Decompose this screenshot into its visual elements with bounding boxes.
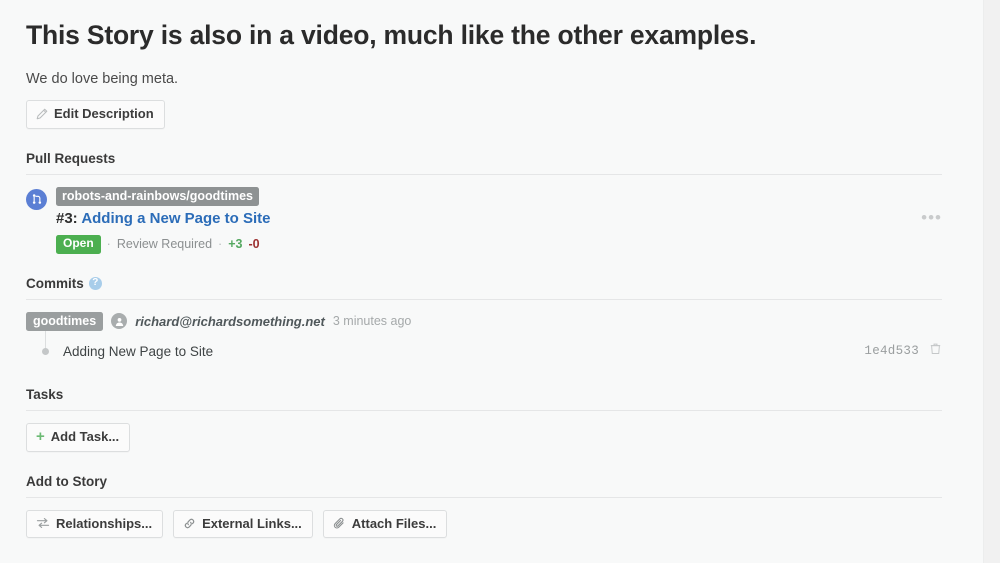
story-detail-page: This Story is also in a video, much like… — [0, 0, 1000, 563]
external-links-button[interactable]: External Links... — [173, 509, 313, 539]
commits-heading: Commits ? — [26, 276, 942, 299]
edit-description-button[interactable]: Edit Description — [26, 100, 165, 129]
tasks-heading-label: Tasks — [26, 387, 64, 402]
commit-bullet-icon — [42, 347, 49, 355]
commit-author-email: richard@richardsomething.net — [135, 313, 325, 329]
pull-request-icon — [26, 188, 47, 210]
tasks-heading: Tasks — [26, 387, 942, 410]
link-icon — [183, 517, 196, 530]
commits-section: Commits ? goodtimes richard@richardsomet… — [26, 276, 942, 365]
tasks-body: + Add Task... — [26, 411, 942, 452]
pull-requests-heading: Pull Requests — [26, 151, 942, 174]
add-to-story-body: Relationships... External Links... Attac… — [26, 498, 942, 539]
commit-list: Adding New Page to Site 1e4d533 — [26, 331, 942, 365]
commits-body: goodtimes richard@richardsomething.net 3… — [26, 300, 942, 365]
pull-request-title-line: #3: Adding a New Page to Site — [56, 209, 902, 229]
commit-sha: 1e4d533 — [864, 344, 919, 358]
scrollbar-gutter[interactable] — [983, 0, 1000, 563]
pull-requests-heading-label: Pull Requests — [26, 150, 116, 166]
paperclip-icon — [333, 517, 346, 530]
commit-group: goodtimes richard@richardsomething.net 3… — [26, 311, 942, 365]
additions-count: +3 — [228, 237, 243, 252]
story-description: We do love being meta. — [26, 70, 179, 87]
pull-request-more-options-icon[interactable]: ••• — [921, 209, 942, 226]
commit-timestamp: 3 minutes ago — [332, 314, 412, 329]
add-to-story-heading-label: Add to Story — [26, 473, 107, 489]
attach-files-label: Attach Files... — [351, 515, 437, 531]
pull-requests-body: robots-and-rainbows/goodtimes #3: Adding… — [26, 175, 942, 254]
add-to-story-heading: Add to Story — [26, 474, 942, 497]
repo-badge[interactable]: robots-and-rainbows/goodtimes — [56, 186, 259, 207]
trash-icon[interactable] — [929, 342, 942, 360]
pull-request-link[interactable]: Adding a New Page to Site — [81, 210, 270, 227]
pull-requests-section: Pull Requests robots-and-rainbows/goodti… — [26, 151, 942, 254]
attach-files-button[interactable]: Attach Files... — [322, 509, 448, 539]
external-links-label: External Links... — [202, 515, 302, 531]
relationships-button[interactable]: Relationships... — [26, 509, 164, 539]
meta-separator-1: · — [106, 237, 111, 252]
pull-request-row[interactable]: robots-and-rainbows/goodtimes #3: Adding… — [26, 186, 942, 254]
status-badge: Open — [56, 234, 101, 254]
review-state-label: Review Required — [116, 237, 213, 252]
avatar — [111, 313, 128, 330]
add-to-story-section: Add to Story Relationships... External L… — [26, 474, 942, 539]
relationships-label: Relationships... — [56, 515, 153, 531]
relationships-icon — [36, 517, 50, 529]
add-task-label: Add Task... — [50, 429, 120, 444]
main-content: This Story is also in a video, much like… — [26, 0, 942, 539]
pull-request-meta: Open · Review Required · +3 -0 — [56, 234, 902, 254]
commit-group-header: goodtimes richard@richardsomething.net 3… — [26, 311, 942, 331]
tasks-section: Tasks + Add Task... — [26, 387, 942, 452]
plus-icon: + — [36, 427, 45, 445]
branch-badge[interactable]: goodtimes — [26, 311, 104, 331]
meta-separator-2: · — [218, 237, 223, 252]
help-icon[interactable]: ? — [88, 276, 102, 290]
page-title: This Story is also in a video, much like… — [26, 20, 757, 50]
deletions-count: -0 — [248, 237, 260, 252]
add-task-button[interactable]: + Add Task... — [26, 423, 131, 452]
commits-heading-label: Commits — [26, 275, 84, 291]
commit-message: Adding New Page to Site — [63, 343, 214, 359]
pull-request-number: #3: — [56, 210, 78, 228]
commit-row[interactable]: Adding New Page to Site 1e4d533 — [26, 337, 942, 365]
pull-request-details: robots-and-rainbows/goodtimes #3: Adding… — [56, 186, 902, 254]
pencil-icon — [36, 108, 48, 120]
edit-description-label: Edit Description — [54, 106, 154, 122]
